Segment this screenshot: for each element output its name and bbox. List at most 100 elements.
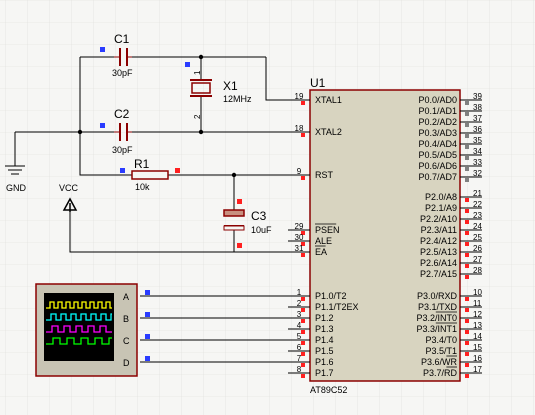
pin-state-marker bbox=[465, 156, 469, 160]
pin-name: P3.0/RXD bbox=[417, 291, 458, 301]
vcc-label: VCC bbox=[59, 183, 79, 193]
c3-value: 10uF bbox=[251, 225, 272, 235]
channel-marker bbox=[145, 290, 150, 295]
pin-name: P3.2/INT0 bbox=[416, 313, 457, 323]
pin-number: 9 bbox=[297, 167, 302, 176]
pin-number: 2 bbox=[297, 299, 302, 308]
r1-pin-marker-left bbox=[120, 168, 125, 173]
pin-number: 1 bbox=[297, 288, 302, 297]
pin-number: 26 bbox=[473, 244, 482, 253]
pin-name: P3.6/WR bbox=[421, 357, 458, 367]
schematic-canvas: GND VCC C1 30pF C2 30pF X1 12MHz 1 2 R1 … bbox=[0, 0, 535, 415]
u1-ref: U1 bbox=[310, 76, 326, 90]
pin-name: XTAL2 bbox=[315, 127, 342, 137]
pin-state-marker bbox=[301, 176, 305, 180]
pin-state-marker bbox=[301, 253, 305, 257]
pin-state-marker bbox=[465, 363, 469, 367]
pin-state-marker bbox=[465, 308, 469, 312]
channel-label: A bbox=[123, 292, 129, 302]
pin-name: P1.0/T2 bbox=[315, 291, 347, 301]
pin-number: 17 bbox=[473, 365, 482, 374]
pin-number: 12 bbox=[473, 310, 482, 319]
pin-name: RST bbox=[315, 170, 334, 180]
pin-number: 11 bbox=[473, 299, 482, 308]
pin-name: P0.3/AD3 bbox=[418, 128, 457, 138]
x1-pin-marker bbox=[185, 62, 190, 67]
c1-ref: C1 bbox=[114, 32, 130, 46]
pin-name: P0.5/AD5 bbox=[418, 150, 457, 160]
pin-name: ALE bbox=[315, 236, 332, 246]
pin-number: 19 bbox=[295, 92, 304, 101]
x1-ref: X1 bbox=[223, 79, 238, 93]
pin-number: 28 bbox=[473, 266, 482, 275]
pin-name: EA bbox=[315, 247, 327, 257]
pin-number: 30 bbox=[295, 233, 304, 242]
pin-name: P3.7/RD bbox=[423, 368, 458, 378]
pin-state-marker bbox=[301, 352, 305, 356]
x1-value: 12MHz bbox=[223, 94, 252, 104]
c3-pin-marker-bottom bbox=[237, 243, 242, 248]
pin-number: 18 bbox=[295, 124, 304, 133]
pin-number: 27 bbox=[473, 255, 482, 264]
pin-name: P3.5/T1 bbox=[425, 346, 457, 356]
pin-number: 5 bbox=[297, 332, 302, 341]
c2-ref: C2 bbox=[114, 107, 130, 121]
pin-name: P1.3 bbox=[315, 324, 334, 334]
channel-label: D bbox=[123, 358, 130, 368]
x1-pin1-number: 1 bbox=[193, 70, 202, 75]
pin-state-marker bbox=[465, 145, 469, 149]
pin-number: 32 bbox=[473, 169, 482, 178]
pin-state-marker bbox=[465, 112, 469, 116]
pin-state-marker bbox=[301, 330, 305, 334]
pin-state-marker bbox=[301, 133, 305, 137]
pin-number: 21 bbox=[473, 189, 482, 198]
pin-state-marker bbox=[465, 297, 469, 301]
pin-number: 3 bbox=[297, 310, 302, 319]
c2-pin-marker bbox=[100, 123, 105, 128]
pin-number: 35 bbox=[473, 136, 482, 145]
r1-value: 10k bbox=[135, 182, 150, 192]
pin-state-marker bbox=[465, 264, 469, 268]
channel-marker bbox=[145, 356, 150, 361]
pin-state-marker bbox=[465, 253, 469, 257]
pin-number: 36 bbox=[473, 125, 482, 134]
pin-name: P2.5/A13 bbox=[420, 247, 457, 257]
pin-name: P1.7 bbox=[315, 368, 334, 378]
channel-label: C bbox=[123, 336, 130, 346]
pin-state-marker bbox=[465, 330, 469, 334]
pin-name: P3.3/INT1 bbox=[416, 324, 457, 334]
pin-name: P0.4/AD4 bbox=[418, 139, 457, 149]
c3-ref: C3 bbox=[251, 209, 267, 223]
pin-name: P1.4 bbox=[315, 335, 334, 345]
pin-number: 29 bbox=[295, 222, 304, 231]
pin-number: 39 bbox=[473, 92, 482, 101]
pin-state-marker bbox=[301, 341, 305, 345]
pin-name: P2.2/A10 bbox=[420, 214, 457, 224]
pin-number: 37 bbox=[473, 114, 482, 123]
pin-name: P2.7/A15 bbox=[420, 269, 457, 279]
pin-state-marker bbox=[301, 363, 305, 367]
pin-name: P3.1/TXD bbox=[418, 302, 458, 312]
u1-part: AT89C52 bbox=[310, 385, 347, 395]
pin-state-marker bbox=[465, 198, 469, 202]
pin-name: P2.4/A12 bbox=[420, 236, 457, 246]
c1-value: 30pF bbox=[112, 68, 133, 78]
mcu-u1[interactable]: U1 AT89C52 19 XTAL118 XTAL29 RST29 PSEN30 ALE… bbox=[288, 76, 482, 395]
channel-marker bbox=[145, 334, 150, 339]
pin-number: 6 bbox=[297, 343, 302, 352]
gnd-label: GND bbox=[6, 183, 27, 193]
channel-label: B bbox=[123, 314, 129, 324]
pin-name: P1.5 bbox=[315, 346, 334, 356]
pin-state-marker bbox=[465, 123, 469, 127]
pin-name: P1.1/T2EX bbox=[315, 302, 359, 312]
oscilloscope[interactable]: A B C D bbox=[35, 283, 150, 377]
pin-name: PSEN bbox=[315, 225, 340, 235]
c1-pin-marker bbox=[100, 47, 105, 52]
pin-state-marker bbox=[465, 178, 469, 182]
pin-name: P0.7/AD7 bbox=[418, 172, 457, 182]
r1-ref: R1 bbox=[134, 157, 150, 171]
pin-name: P1.6 bbox=[315, 357, 334, 367]
pin-state-marker bbox=[301, 297, 305, 301]
pin-number: 33 bbox=[473, 158, 482, 167]
pin-name: P0.1/AD1 bbox=[418, 106, 457, 116]
